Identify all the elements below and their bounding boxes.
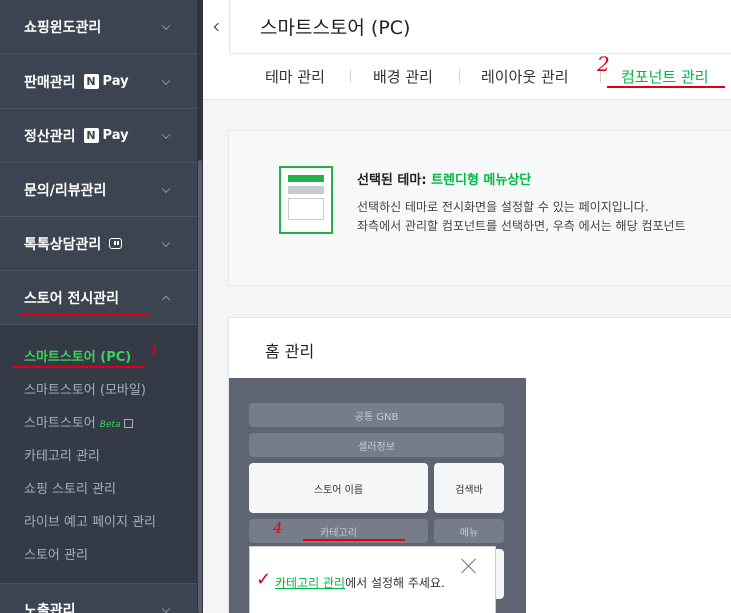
category-manage-link[interactable]: 카테고리 관리	[275, 576, 345, 590]
npay-logo: N Pay	[83, 128, 129, 143]
talk-icon	[109, 238, 123, 249]
sidebar: 쇼핑윈도관리 판매관리 N Pay 정산관리 N Pay 문의/리뷰관리 톡톡상담관…	[0, 0, 203, 613]
sidebar-item-label: 노출관리	[24, 603, 76, 613]
selected-theme-title: 선택된 테마: 트렌디형 메뉴상단	[357, 173, 532, 188]
annotation-underline	[303, 539, 405, 541]
annotation-number-4: 4	[273, 519, 283, 537]
annotation-number-1: 1	[150, 343, 159, 359]
chevron-up-icon	[161, 295, 171, 304]
tab-divider	[459, 69, 460, 83]
home-panel: 홈 관리 공통 GNB 셀러정보 스토어 이름 검색바 카테고리 메뉴 4 카테…	[228, 317, 731, 613]
sidebar-item-sales[interactable]: 판매관리 N Pay	[0, 55, 197, 109]
sidebar-item-label: 정산관리	[24, 128, 76, 145]
home-title: 홈 관리	[265, 342, 315, 361]
sidebar-item-exposure[interactable]: 노출관리	[0, 583, 197, 613]
submenu-item-live-preview[interactable]: 라이브 예고 페이지 관리	[24, 511, 156, 530]
sidebar-item-label: 판매관리	[24, 74, 76, 91]
tab-background[interactable]: 배경 관리	[373, 66, 433, 87]
sidebar-item-shopping-window[interactable]: 쇼핑윈도관리	[0, 0, 197, 54]
submenu-item-category[interactable]: 카테고리 관리	[24, 445, 100, 464]
sidebar-item-store-display[interactable]: 스토어 전시관리	[0, 271, 197, 325]
submenu-item-store-manage[interactable]: 스토어 관리	[24, 544, 88, 563]
scrollbar-thumb[interactable]	[198, 160, 202, 613]
tooltip-message: 카테고리 관리에서 설정해 주세요.	[275, 576, 445, 590]
info-description: 좌측에서 관리할 컴포넌트를 선택하면, 우측 에서는 해당 컴포넌트	[357, 219, 686, 233]
tab-theme[interactable]: 테마 관리	[265, 66, 325, 87]
chevron-down-icon	[161, 604, 171, 613]
chevron-down-icon	[161, 76, 171, 85]
chevron-down-icon	[161, 238, 171, 247]
annotation-underline	[607, 86, 725, 88]
sidebar-item-label: 스토어 전시관리	[24, 290, 120, 307]
selected-theme-name: 트렌디형 메뉴상단	[431, 173, 532, 188]
chevron-down-icon	[161, 184, 171, 193]
sidebar-item-inquiry-review[interactable]: 문의/리뷰관리	[0, 163, 197, 217]
sidebar-collapse-button[interactable]	[203, 0, 230, 54]
tab-layout[interactable]: 레이아웃 관리	[481, 66, 569, 87]
annotation-underline	[20, 313, 150, 315]
theme-info-box: 선택된 테마: 트렌디형 메뉴상단 선택하신 테마로 전시화면을 설정할 수 있…	[228, 130, 731, 286]
beta-badge: Beta	[99, 420, 121, 430]
layout-preview: 공통 GNB 셀러정보 스토어 이름 검색바 카테고리 메뉴 4 카테고리 관리…	[229, 378, 526, 613]
sidebar-item-label: 톡톡상담관리	[24, 236, 102, 253]
submenu-item-smartstore-pc[interactable]: 스마트스토어 (PC)	[24, 346, 131, 365]
submenu-item-shopping-story[interactable]: 쇼핑 스토리 관리	[24, 478, 116, 497]
theme-layout-icon	[279, 166, 333, 234]
chevron-down-icon	[161, 21, 171, 30]
chevron-down-icon	[161, 130, 171, 139]
page-header: 스마트스토어 (PC)	[231, 0, 731, 54]
component-menu[interactable]: 메뉴	[434, 519, 504, 543]
category-tooltip: 카테고리 관리에서 설정해 주세요. ✓	[249, 546, 496, 613]
annotation-underline	[12, 366, 145, 368]
close-icon[interactable]	[460, 557, 478, 575]
submenu-item-smartstore-mobile[interactable]: 스마트스토어 (모바일)	[24, 379, 146, 398]
tab-component[interactable]: 컴포넌트 관리	[621, 66, 709, 87]
external-link-icon	[123, 419, 133, 428]
sidebar-item-label: 문의/리뷰관리	[24, 182, 107, 199]
submenu-store-display: 스마트스토어 (PC) 스마트스토어 (모바일) 스마트스토어 Beta 카테고리…	[0, 325, 197, 583]
info-description: 선택하신 테마로 전시화면을 설정할 수 있는 페이지입니다.	[357, 200, 649, 214]
annotation-number-2: 2	[597, 52, 610, 76]
sidebar-item-settlement[interactable]: 정산관리 N Pay	[0, 109, 197, 163]
component-seller-info[interactable]: 셀러정보	[249, 433, 504, 457]
tab-divider	[350, 69, 351, 83]
component-store-name[interactable]: 스토어 이름	[249, 463, 428, 513]
annotation-check: ✓	[256, 569, 272, 590]
tab-bar: 테마 관리 배경 관리 레이아웃 관리 컴포넌트 관리 2	[203, 52, 731, 100]
main-content: 스마트스토어 (PC) 테마 관리 배경 관리 레이아웃 관리 컴포넌트 관리 …	[203, 0, 731, 613]
npay-logo: N Pay	[83, 74, 129, 89]
component-gnb[interactable]: 공통 GNB	[249, 403, 504, 427]
page-title: 스마트스토어 (PC)	[260, 17, 411, 39]
sidebar-item-label: 쇼핑윈도관리	[24, 19, 102, 36]
sidebar-item-talktalk[interactable]: 톡톡상담관리	[0, 217, 197, 271]
component-search-bar[interactable]: 검색바	[434, 463, 504, 513]
submenu-item-smartstore-beta[interactable]: 스마트스토어 Beta	[24, 412, 133, 431]
chevron-left-icon	[213, 22, 222, 32]
